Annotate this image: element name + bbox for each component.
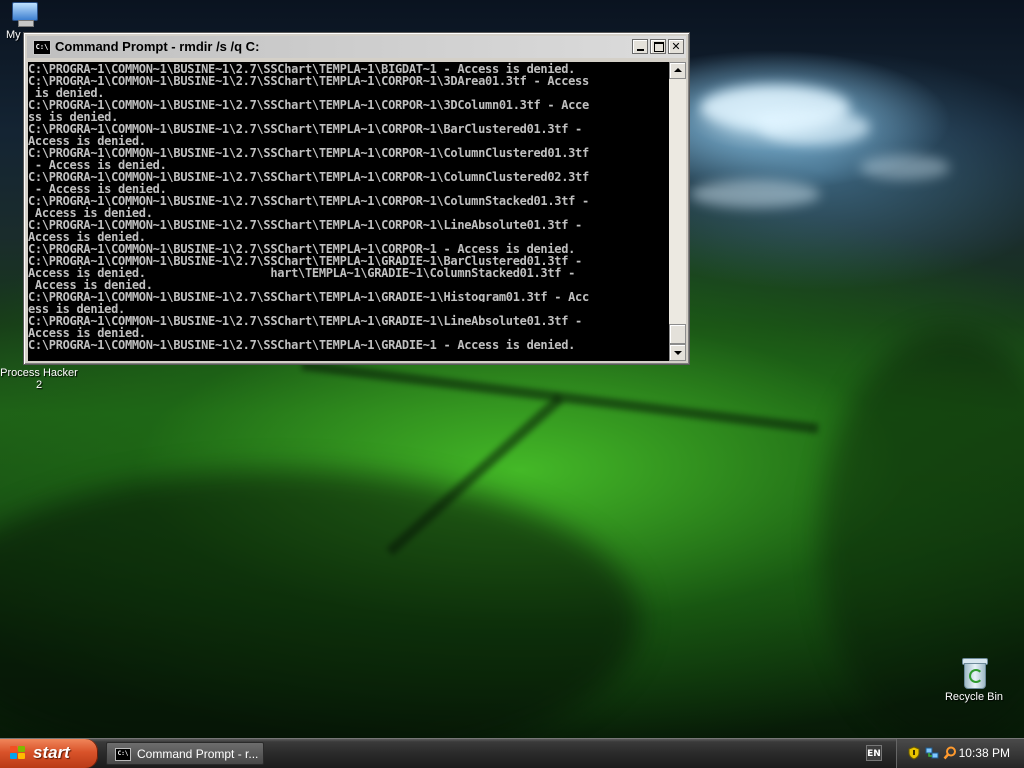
console-lines: C:\PROGRA~1\COMMON~1\BUSINE~1\2.7\SSChar… — [28, 62, 669, 350]
close-button[interactable]: ✕ — [668, 39, 684, 54]
network-icon[interactable] — [925, 746, 939, 760]
system-tray: 10:38 PM — [896, 739, 1024, 768]
scrollbar-thumb[interactable] — [669, 324, 686, 344]
desktop-icon-process-hacker[interactable]: Process Hacker 2 — [0, 367, 78, 391]
computer-icon — [10, 2, 38, 27]
taskbar-item-label: Command Prompt - r... — [137, 747, 259, 761]
console-line: Access is denied. — [28, 326, 146, 338]
cmd-icon: C:\ — [33, 40, 51, 55]
maximize-button[interactable] — [650, 39, 666, 54]
start-label: start — [33, 743, 70, 762]
minimize-button[interactable] — [632, 39, 648, 54]
console-line: C:\PROGRA~1\COMMON~1\BUSINE~1\2.7\SSChar… — [28, 314, 582, 326]
console-line: C:\PROGRA~1\COMMON~1\BUSINE~1\2.7\SSChar… — [28, 170, 589, 182]
security-shield-icon[interactable] — [907, 746, 921, 760]
console-line: is denied. — [28, 86, 105, 98]
console-line: ess is denied. — [28, 302, 125, 314]
language-indicator[interactable]: EN — [866, 745, 882, 761]
windows-logo-icon — [10, 746, 26, 761]
scroll-down-button[interactable] — [669, 344, 686, 361]
taskbar-item-command-prompt[interactable]: C:\ Command Prompt - r... — [106, 742, 264, 765]
desktop-icon-recycle-bin[interactable]: Recycle Bin — [942, 658, 1006, 703]
cloud — [690, 180, 820, 208]
console-line: C:\PROGRA~1\COMMON~1\BUSINE~1\2.7\SSChar… — [28, 74, 589, 86]
cloud — [860, 155, 950, 180]
cmd-icon: C:\ — [115, 748, 131, 761]
console-line: - Access is denied. — [28, 158, 167, 170]
hill-shadow — [0, 470, 640, 738]
console-line: C:\PROGRA~1\COMMON~1\BUSINE~1\2.7\SSChar… — [28, 98, 589, 110]
console-line: Access is denied. — [28, 134, 146, 146]
console-line: C:\PROGRA~1\COMMON~1\BUSINE~1\2.7\SSChar… — [28, 242, 576, 254]
console-output[interactable]: C:\PROGRA~1\COMMON~1\BUSINE~1\2.7\SSChar… — [28, 62, 669, 361]
command-prompt-window[interactable]: C:\ Command Prompt - rmdir /s /q C: ✕ C:… — [23, 32, 690, 365]
console-line: - Access is denied. — [28, 182, 167, 194]
console-line: Access is denied. — [28, 206, 153, 218]
console-line: C:\PROGRA~1\COMMON~1\BUSINE~1\2.7\SSChar… — [28, 194, 589, 206]
desktop-icon-label: Recycle Bin — [944, 691, 1004, 703]
console-line: C:\PROGRA~1\COMMON~1\BUSINE~1\2.7\SSChar… — [28, 338, 576, 350]
console-line: Access is denied. hart\TEMPLA~1\GRADIE~1… — [28, 266, 576, 278]
console-line: C:\PROGRA~1\COMMON~1\BUSINE~1\2.7\SSChar… — [28, 122, 582, 134]
search-icon[interactable] — [943, 746, 957, 760]
cloud — [760, 110, 870, 145]
console-line: C:\PROGRA~1\COMMON~1\BUSINE~1\2.7\SSChar… — [28, 254, 582, 266]
console-line: C:\PROGRA~1\COMMON~1\BUSINE~1\2.7\SSChar… — [28, 62, 576, 74]
taskbar: start C:\ Command Prompt - r... EN 10:38… — [0, 738, 1024, 768]
console-line: C:\PROGRA~1\COMMON~1\BUSINE~1\2.7\SSChar… — [28, 146, 589, 158]
window-title: Command Prompt - rmdir /s /q C: — [55, 39, 260, 54]
scroll-up-button[interactable] — [669, 62, 686, 79]
console-line: C:\PROGRA~1\COMMON~1\BUSINE~1\2.7\SSChar… — [28, 290, 589, 302]
window-titlebar[interactable]: C:\ Command Prompt - rmdir /s /q C: ✕ — [27, 36, 686, 58]
recycle-bin-icon — [961, 658, 988, 689]
taskbar-clock[interactable]: 10:38 PM — [959, 746, 1010, 760]
desktop-icon-label: Process Hacker 2 — [0, 367, 78, 391]
console-line: ss is denied. — [28, 110, 119, 122]
console-line: Access is denied. — [28, 230, 146, 242]
vertical-scrollbar[interactable] — [669, 62, 686, 361]
console-line: C:\PROGRA~1\COMMON~1\BUSINE~1\2.7\SSChar… — [28, 218, 582, 230]
console-line: Access is denied. — [28, 278, 153, 290]
start-button[interactable]: start — [0, 739, 98, 768]
